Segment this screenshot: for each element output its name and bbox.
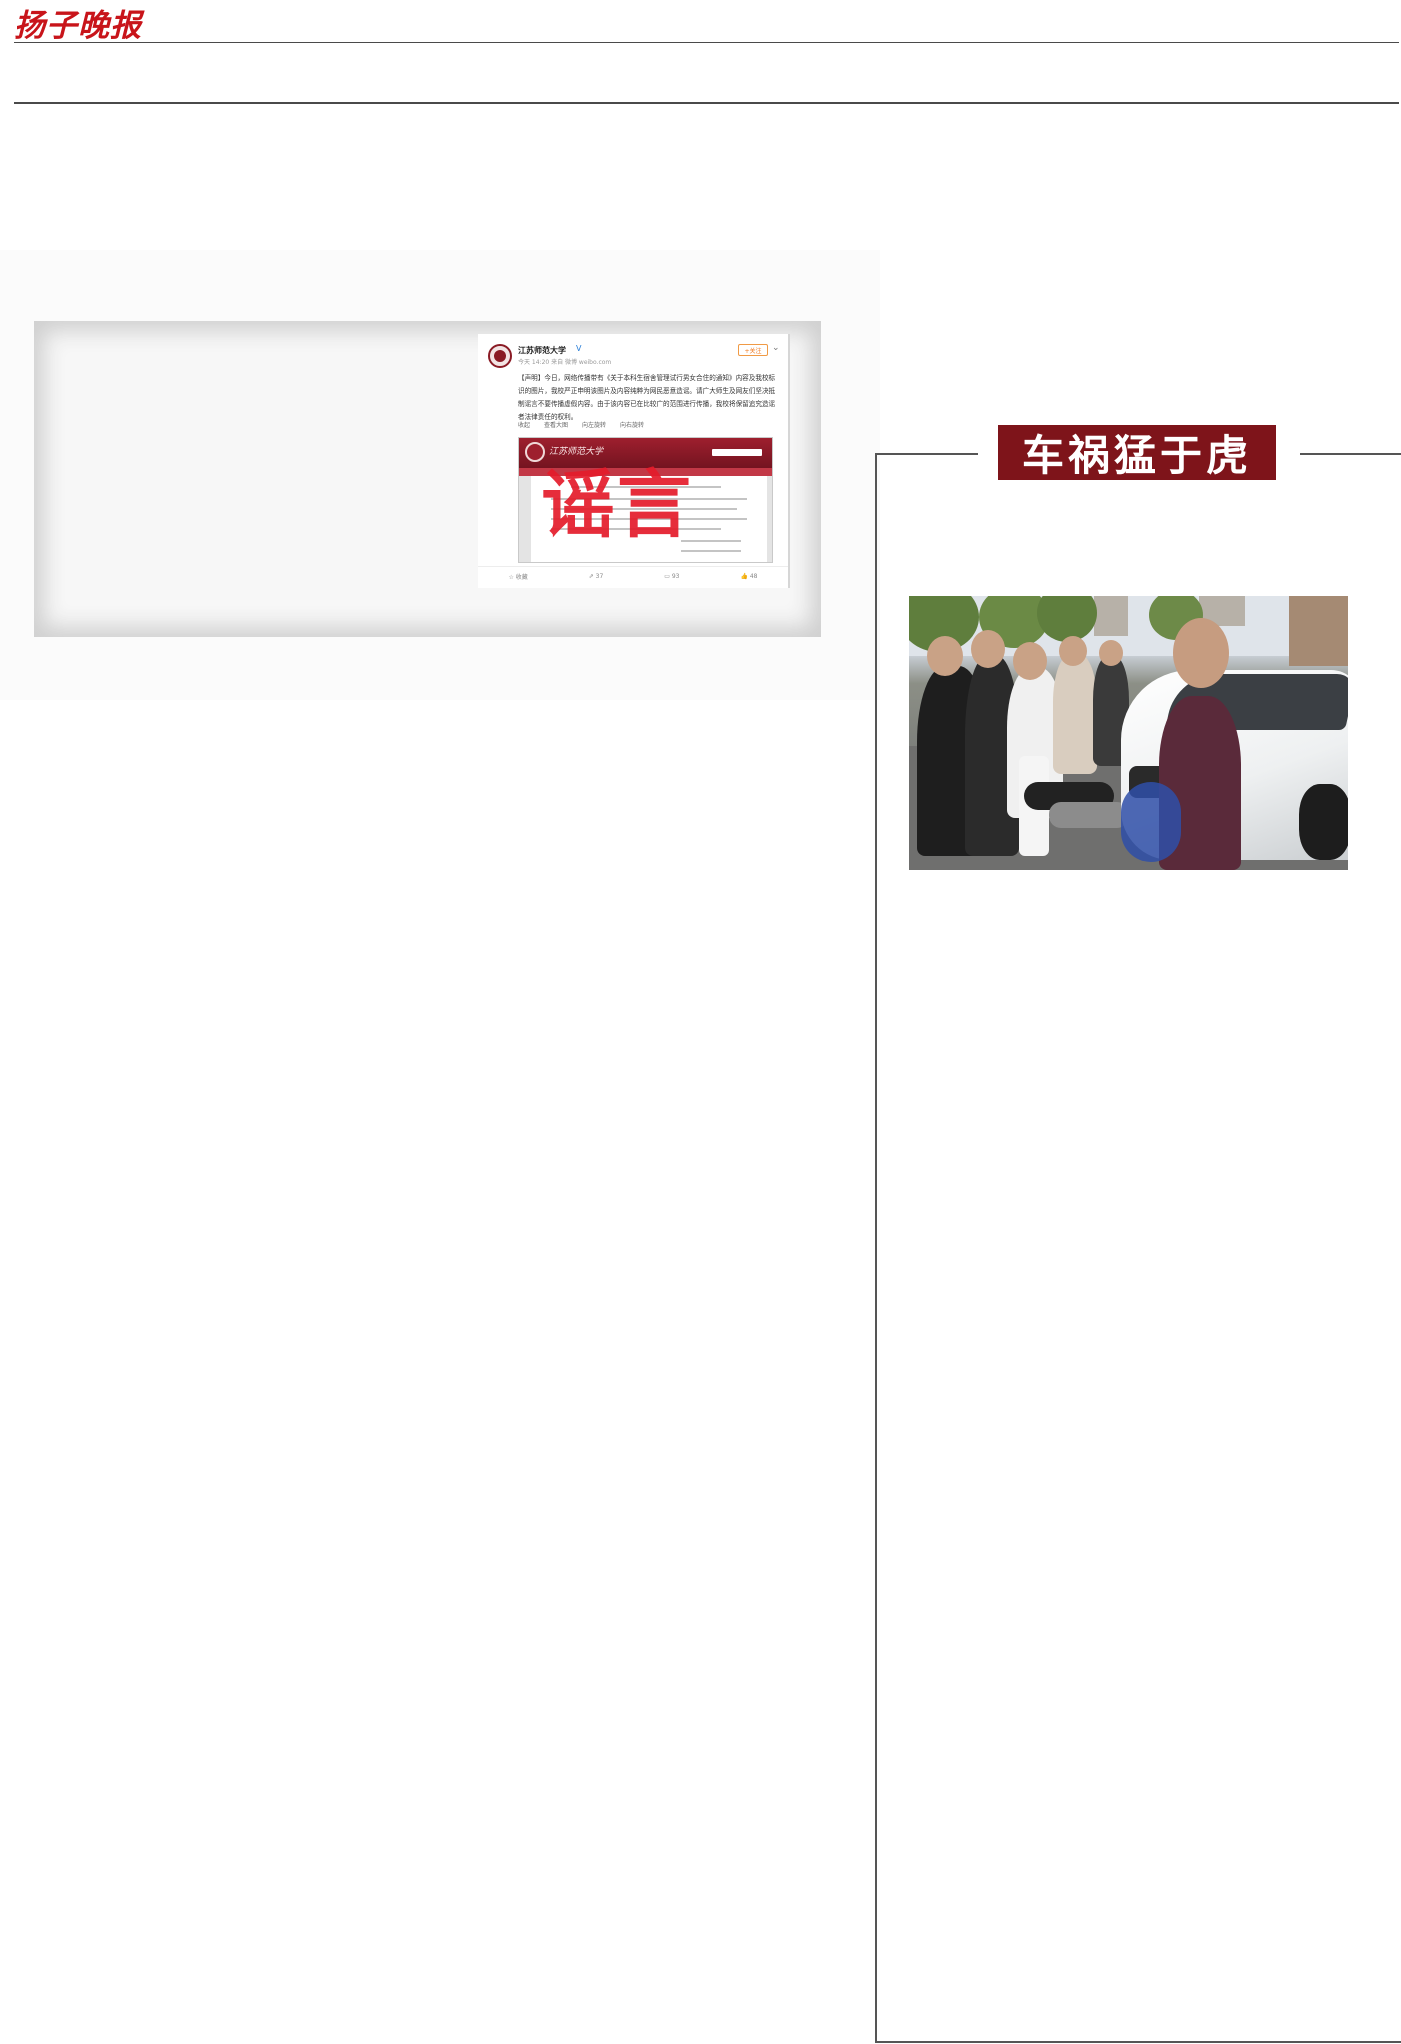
- image-actions: 收起 查看大图 向左旋转 向右旋转: [518, 420, 718, 432]
- chevron-down-icon: ⌄: [772, 343, 780, 353]
- accident-photo: [909, 596, 1348, 870]
- follow-button: +关注: [738, 344, 768, 356]
- header-rule: [14, 42, 1399, 43]
- sidebar-title: 车祸猛于虎: [998, 425, 1276, 480]
- rumor-stamp: 谣言: [541, 462, 693, 548]
- rotate-left-action: 向左旋转: [582, 422, 607, 429]
- masthead: 扬子晚报: [14, 4, 142, 44]
- comment-count: 93: [671, 573, 680, 580]
- share-count: 37: [595, 573, 604, 580]
- verified-icon: V: [576, 344, 582, 353]
- university-logo-icon: [525, 442, 545, 462]
- website-search-box: [712, 449, 762, 456]
- weibo-post-text: 【声明】今日，网络传播带有《关于本科生宿舍管理试行男女合住的通知》内容及我校标识…: [518, 374, 776, 421]
- weibo-post-meta: 今天 14:20 来自 微博 weibo.com: [518, 359, 612, 366]
- rotate-right-action: 向右旋转: [620, 422, 645, 429]
- weibo-post-header: 江苏师范大学 V 今天 14:20 来自 微博 weibo.com +关注 ⌄: [488, 343, 780, 370]
- star-icon: ☆ 收藏: [508, 574, 528, 581]
- embedded-website-screenshot: 江苏师范大学 谣言: [518, 437, 773, 563]
- share-icon: ⇗ 37: [588, 573, 604, 580]
- like-count: 48: [749, 573, 758, 580]
- section-rule: [14, 102, 1399, 104]
- weibo-post-footer: ☆ 收藏 ⇗ 37 ▭ 93 👍 48: [478, 566, 788, 586]
- newspaper-logo: 扬子晚报: [14, 7, 142, 44]
- university-seal-avatar: [488, 344, 512, 368]
- weibo-post-screenshot: 江苏师范大学 V 今天 14:20 来自 微博 weibo.com +关注 ⌄ …: [478, 334, 790, 588]
- favorite-label: 收藏: [515, 574, 528, 581]
- collapse-action: 收起: [518, 422, 531, 429]
- like-icon: 👍 48: [740, 573, 758, 580]
- weibo-account-name: 江苏师范大学: [518, 346, 566, 355]
- comment-icon: ▭ 93: [664, 573, 680, 580]
- view-large-action: 查看大图: [544, 422, 569, 429]
- website-name: 江苏师范大学: [549, 447, 604, 457]
